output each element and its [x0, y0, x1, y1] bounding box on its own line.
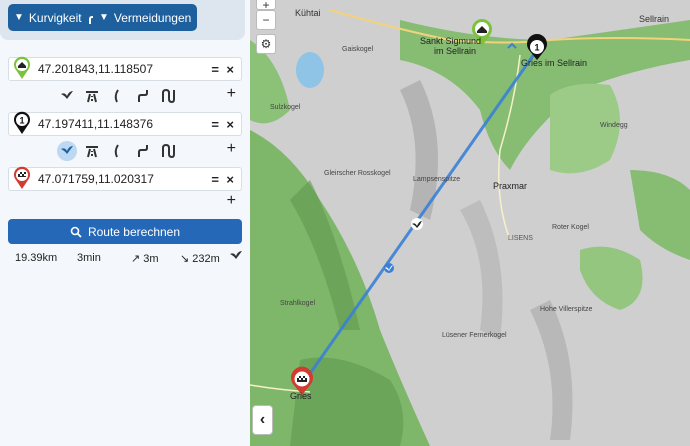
very-curvy-mode-icon[interactable] — [158, 141, 178, 161]
calculate-route-button[interactable]: Route berechnen — [8, 219, 242, 244]
map-label-windegg: Windegg — [600, 122, 628, 129]
waypoint-coord: 47.201843,11.118507 — [38, 62, 154, 76]
map-label-gries: Gries im Sellrain — [521, 58, 588, 68]
map-label-hohe-villerspitze: Hohe Villerspitze — [540, 306, 593, 313]
road-mode-icon[interactable] — [107, 86, 127, 106]
descent-value: ↘ 232m — [180, 253, 220, 265]
map-label-praxmar: Praxmar — [493, 181, 528, 191]
map-label-lusener: Lüsener Fernerkogel — [442, 332, 507, 339]
bird-mode-icon[interactable] — [57, 86, 77, 106]
svg-text:1: 1 — [19, 116, 24, 126]
collapse-sidebar-button[interactable]: ‹ — [252, 405, 273, 435]
map-label-im-sellrain: im Sellrain — [434, 46, 477, 56]
avoid-label: Vermeidungen — [113, 10, 192, 25]
add-waypoint-button[interactable]: + — [227, 85, 236, 103]
calculate-route-label: Route berechnen — [87, 224, 181, 239]
map-label-strahlkogel: Strahlkogel — [280, 300, 316, 307]
map-label-gleirscher: Gleirscher Rosskogel — [324, 170, 391, 177]
numbered-pin-icon: 1 — [13, 111, 31, 135]
zoom-in-button[interactable]: + — [256, 0, 276, 12]
remove-waypoint-icon[interactable]: × — [226, 117, 234, 132]
avoid-button[interactable]: ▼ Vermeidungen — [93, 4, 198, 31]
very-curvy-mode-icon[interactable] — [158, 86, 178, 106]
route-sidebar: ▼ Kurvigkeit ▼ Vermeidungen 47.201843,11… — [0, 0, 250, 446]
mode-row-2: + — [0, 140, 250, 161]
drag-handle-icon[interactable]: = — [211, 172, 219, 187]
app-root: ▼ Kurvigkeit ▼ Vermeidungen 47.201843,11… — [0, 0, 690, 446]
curvy-mode-icon[interactable] — [133, 141, 153, 161]
finish-flag-pin-icon — [13, 166, 31, 190]
drag-handle-icon[interactable]: = — [211, 117, 219, 132]
waypoint-row-1[interactable]: 1 47.197411,11.148376 = × — [8, 111, 242, 136]
highway-mode-icon[interactable] — [82, 86, 102, 106]
mode-row-1: + — [0, 85, 250, 106]
route-stats: 19.39km 3min ↗ 3m ↘ 232m — [0, 250, 250, 266]
map-label-sellrain: Sellrain — [639, 14, 670, 24]
chevron-down-icon: ▼ — [99, 12, 109, 23]
bird-mode-icon — [229, 250, 243, 265]
map-label-gries-bottom: Gries — [290, 391, 312, 401]
map-label-gaiskogel: Gaiskogel — [342, 46, 374, 53]
remove-waypoint-icon[interactable]: × — [226, 62, 234, 77]
map-label-lisens: LISENS — [508, 235, 533, 242]
waypoint-row-finish[interactable]: 47.071759,11.020317 = × — [8, 166, 242, 191]
add-waypoint-button[interactable]: + — [227, 192, 236, 210]
map-settings-button[interactable]: ⚙ — [256, 34, 276, 54]
map-label-sankt-sigmund: Sankt Sigmund — [420, 36, 482, 46]
search-icon — [70, 226, 82, 238]
curvy-label: Kurvigkeit — [28, 10, 82, 25]
curvy-mode-icon[interactable] — [133, 86, 153, 106]
svg-text:1: 1 — [534, 43, 539, 53]
map-label-lampsenspitze: Lampsenspitze — [413, 176, 461, 183]
highway-mode-icon[interactable] — [82, 141, 102, 161]
zoom-out-button[interactable]: − — [256, 10, 276, 30]
add-waypoint-button[interactable]: + — [227, 140, 236, 158]
remove-waypoint-icon[interactable]: × — [226, 172, 234, 187]
map-label-kuhtai: Kühtai — [295, 8, 321, 18]
ascent-value: ↗ 3m — [131, 253, 159, 265]
drag-handle-icon[interactable]: = — [211, 62, 219, 77]
map-label-roter-kogel: Roter Kogel — [552, 224, 589, 231]
map-label-sulzkogel: Sulzkogel — [270, 104, 301, 111]
bird-mode-icon[interactable] — [57, 141, 77, 161]
terrain-map: 1 — [250, 0, 690, 446]
waypoint-coord: 47.071759,11.020317 — [38, 172, 154, 186]
duration-value: 3min — [77, 252, 101, 264]
chevron-down-icon: ▼ — [14, 12, 24, 23]
gear-icon: ⚙ — [260, 37, 272, 51]
distance-value: 19.39km — [15, 252, 58, 264]
home-pin-icon — [13, 56, 31, 80]
map-view[interactable]: 1 Kühtai Sellrain Sankt Sigmund im Sellr… — [250, 0, 690, 446]
sidebar-toolbar: ▼ Kurvigkeit ▼ Vermeidungen — [0, 0, 245, 40]
road-mode-icon[interactable] — [107, 141, 127, 161]
waypoint-coord: 47.197411,11.148376 — [38, 117, 154, 131]
waypoint-row-start[interactable]: 47.201843,11.118507 = × — [8, 56, 242, 81]
